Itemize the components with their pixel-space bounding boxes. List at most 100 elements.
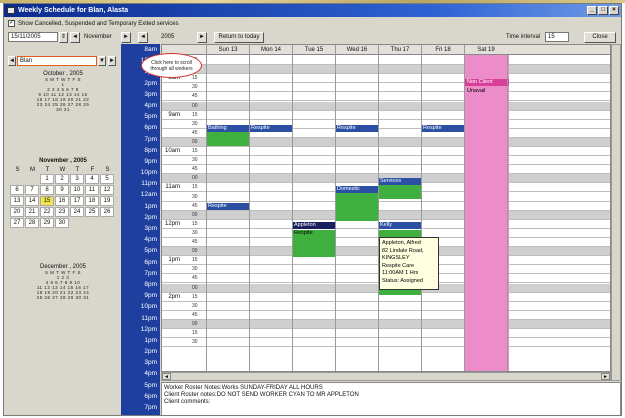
time-slot-row[interactable]: 00 [162, 101, 610, 111]
maximize-button[interactable]: □ [598, 6, 608, 15]
day-header[interactable]: Sun 13 [206, 45, 249, 55]
scroll-right-arrow[interactable]: ► [601, 373, 610, 380]
return-to-today-button[interactable]: Return to today [214, 32, 264, 43]
calendar-day[interactable]: 5 [100, 174, 114, 184]
minute-label: 15 [192, 257, 198, 264]
show-cancelled-checkbox[interactable]: ✓ [8, 20, 15, 27]
calendar-day[interactable]: 13 [10, 196, 24, 206]
weekday-label: T [45, 167, 50, 173]
appointment-block[interactable]: Appleton [292, 222, 335, 229]
november-calendar[interactable]: November , 2005 SMTWTFS 1 2 3 4 5 6 7 8 9 10 11 12 1… [10, 157, 116, 229]
calendar-day[interactable]: 21 [25, 207, 39, 217]
calendar-day[interactable]: 8 [40, 185, 54, 195]
time-slot-row[interactable]: 15 8am [162, 74, 610, 84]
calendar-day[interactable]: 18 [85, 196, 99, 206]
vertical-scrollbar[interactable] [611, 44, 621, 381]
appointment-block[interactable]: Respite [292, 230, 335, 257]
calendar-day[interactable]: 25 [85, 207, 99, 217]
non-client-appointment[interactable]: Non Client [465, 79, 509, 86]
calendar-day[interactable]: 4 [85, 174, 99, 184]
time-slot-row[interactable]: 45 [162, 92, 610, 102]
minute-label: 30 [192, 193, 198, 200]
calendar-day[interactable]: 20 [10, 207, 24, 217]
appointment-block[interactable]: Respite [335, 125, 378, 132]
worker-next-button[interactable]: ► [108, 56, 116, 66]
calendar-day[interactable]: 7 [25, 185, 39, 195]
calendar-day[interactable]: 11 [85, 185, 99, 195]
time-slot-row[interactable]: 45 [162, 165, 610, 175]
scroll-left-arrow[interactable]: ◄ [162, 373, 171, 380]
time-slot-row[interactable]: 45 [162, 311, 610, 320]
october-calendar[interactable]: October , 2005 S M T W T F S 1 2 3 4 5 6… [10, 71, 116, 112]
unavailable-block[interactable]: Non Client Unavail [465, 55, 509, 371]
calendar-day[interactable]: 14 [25, 196, 39, 206]
time-slot-row[interactable]: 15 [162, 329, 610, 339]
appointment-block[interactable]: Bathing [206, 125, 249, 132]
day-header[interactable]: Mon 14 [249, 45, 292, 55]
worker-list[interactable]: 8am 12am 1pm 2pm 3pm 4pm 5pm 6pm 7pm 8pm 9pm 10pm 11… [121, 44, 160, 415]
calendar-day[interactable]: 30 [55, 218, 69, 228]
day-header[interactable]: Sat 19 [464, 45, 507, 55]
calendar-day[interactable]: 2 [55, 174, 69, 184]
day-header[interactable]: Thu 17 [378, 45, 421, 55]
minimize-button[interactable]: _ [587, 6, 597, 15]
calendar-day[interactable]: 9 [55, 185, 69, 195]
date-field[interactable]: 15/11/2005 [8, 32, 58, 42]
appointment-block[interactable]: Respite [206, 203, 249, 210]
calendar-day[interactable]: 28 [25, 218, 39, 228]
appointment-block[interactable] [335, 193, 378, 221]
scroll-workers-callout: Click here to scroll through all workers [141, 53, 202, 78]
calendar-day[interactable]: 16 [55, 196, 69, 206]
calendar-day[interactable]: 29 [40, 218, 54, 228]
year-prev-button[interactable]: ◄ [138, 32, 148, 43]
calendar-day[interactable]: 22 [40, 207, 54, 217]
year-next-button[interactable]: ► [197, 32, 207, 43]
calendar-day[interactable]: 3 [70, 174, 84, 184]
close-button[interactable]: Close [584, 32, 616, 43]
time-slot-row[interactable]: 15 10am [162, 147, 610, 157]
calendar-day[interactable]: 19 [100, 196, 114, 206]
december-calendar[interactable]: December , 2005 S M T W T F S 1 2 3 4 5 … [10, 264, 116, 300]
calendar-day[interactable]: 17 [70, 196, 84, 206]
time-slot-row[interactable]: 30 [162, 338, 610, 348]
appointment-block[interactable] [206, 132, 249, 146]
schedule-grid[interactable]: Sun 13 Mon 14 Tue 15 Wed 16 Thu 17 Fri 18 Sat … [161, 44, 611, 372]
day-header[interactable]: Wed 16 [335, 45, 378, 55]
appointment-block[interactable]: Kelly [378, 222, 421, 229]
time-slot-row[interactable]: 45 [162, 56, 610, 66]
calendar-day[interactable]: 15 [40, 196, 54, 206]
time-slot-row[interactable]: 00 [162, 319, 610, 329]
day-header[interactable]: Fri 18 [421, 45, 464, 55]
day-header[interactable]: Tue 15 [292, 45, 335, 55]
calendar-day[interactable]: 10 [70, 185, 84, 195]
calendar-day[interactable]: 1 [40, 174, 54, 184]
appointment-block[interactable]: Respite [249, 125, 292, 132]
month-prev-button[interactable]: ◄ [70, 32, 80, 43]
worker-dropdown-arrow[interactable]: ▼ [98, 56, 106, 66]
calendar-day[interactable]: 23 [55, 207, 69, 217]
appointment-block[interactable] [378, 185, 421, 199]
worker-filter-field[interactable]: Blan [17, 56, 97, 66]
time-slot-row[interactable]: 15 9am [162, 111, 610, 120]
time-slot-row[interactable]: 30 [162, 156, 610, 166]
show-cancelled-option[interactable]: ✓ Show Cancelled, Suspended and Temporary… [8, 20, 179, 29]
november-day-grid[interactable]: 1 2 3 4 5 6 7 8 9 10 11 12 13 14 15 16 17 18 19 20 21 22 23 24 2… [10, 174, 116, 229]
worker-prev-button[interactable]: ◄ [8, 56, 16, 66]
calendar-day[interactable]: 6 [10, 185, 24, 195]
appointment-block[interactable]: Domestic [335, 186, 378, 193]
calendar-day[interactable]: 12 [100, 185, 114, 195]
date-spinner[interactable]: ⇕ [59, 32, 68, 43]
calendar-day[interactable]: 27 [10, 218, 24, 228]
month-next-button[interactable]: ► [121, 32, 131, 43]
time-interval-field[interactable]: 15 [545, 32, 569, 42]
time-slot-row[interactable]: 00 [162, 210, 610, 220]
calendar-day[interactable]: 26 [100, 207, 114, 217]
time-slot-row[interactable]: 30 [162, 302, 610, 311]
calendar-day[interactable]: 24 [70, 207, 84, 217]
time-slot-row[interactable]: 30 [162, 83, 610, 93]
close-window-button[interactable]: × [609, 6, 619, 15]
appointment-block[interactable]: Services [378, 178, 421, 185]
horizontal-scrollbar[interactable]: ◄ ► [161, 372, 611, 381]
appointment-block[interactable]: Respite [421, 125, 464, 132]
time-slot-row[interactable]: 00 [162, 65, 610, 75]
